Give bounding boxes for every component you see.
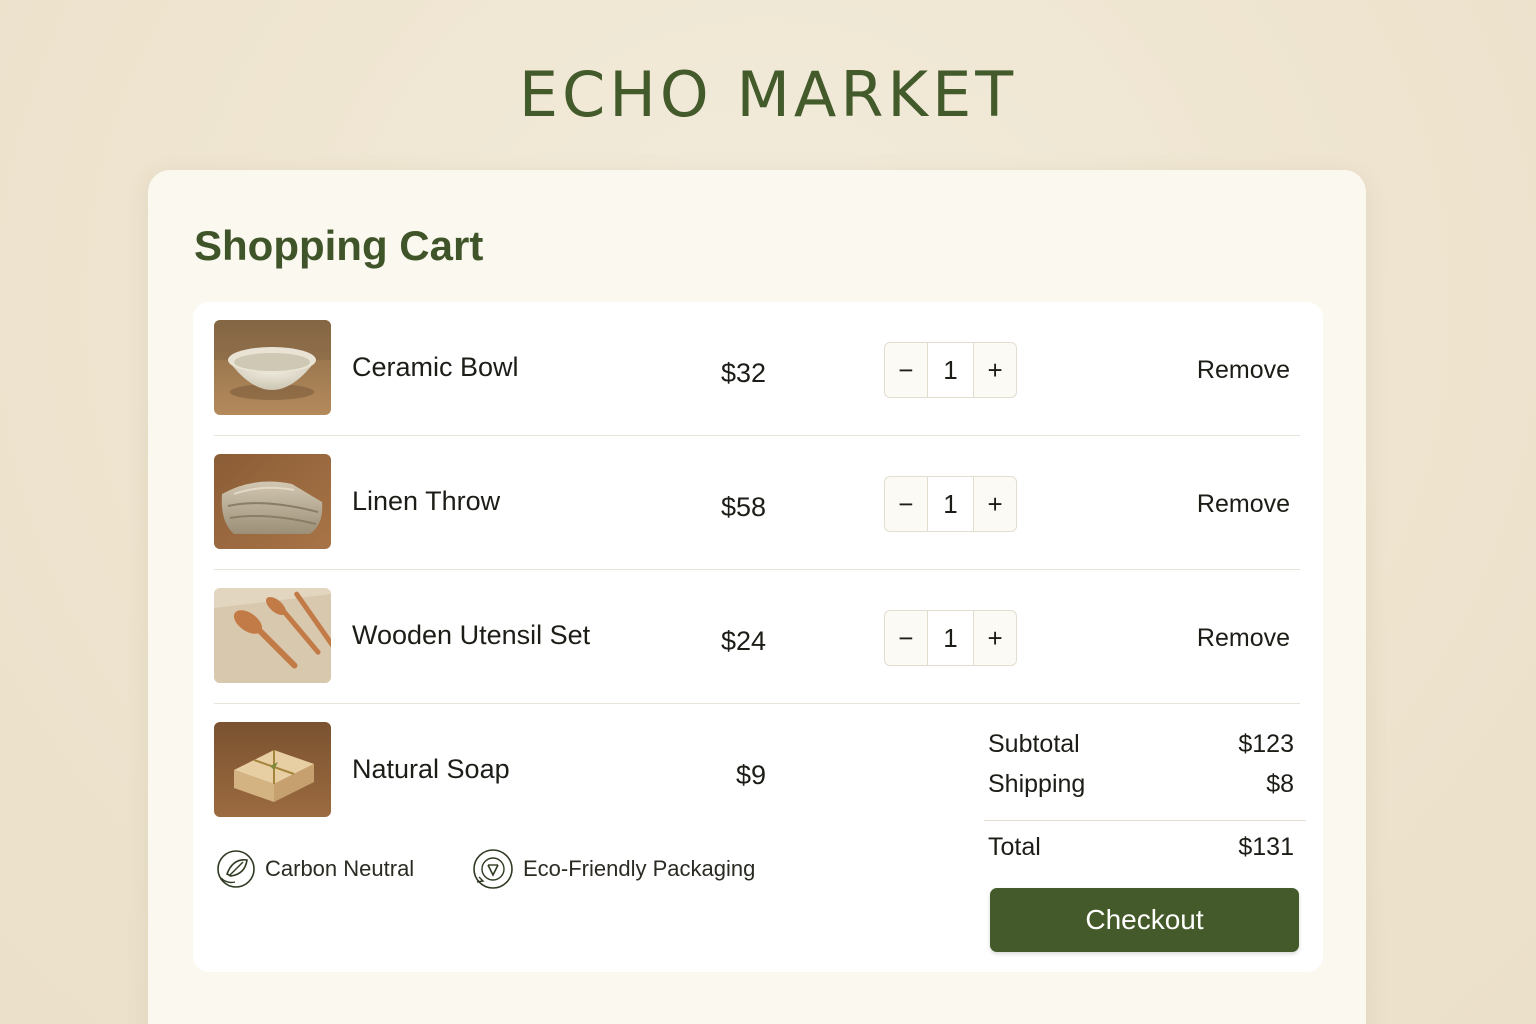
item-price: $58 (720, 492, 766, 522)
decrease-button[interactable]: − (885, 477, 927, 531)
badge-eco-packaging: Eco-Friendly Packaging (471, 844, 755, 894)
increase-button[interactable]: + (974, 611, 1016, 665)
quantity-stepper: − 1 + (884, 476, 1017, 532)
page-title: Shopping Cart (194, 222, 484, 269)
item-name: Ceramic Bowl (352, 352, 519, 382)
badge-label: Carbon Neutral (265, 856, 415, 881)
cart-panel: Ceramic Bowl $32 − 1 + Remove Linen Thro… (193, 302, 1323, 972)
remove-button[interactable]: Remove (1197, 624, 1290, 653)
page: ECHO MARKET Shopping Cart Ceramic Bowl $… (0, 0, 1536, 1024)
total-label: Total (988, 833, 1041, 861)
cart-item-linen-throw: Linen Throw $58 − 1 + Remove (214, 436, 1300, 570)
item-price: $32 (720, 358, 766, 388)
quantity-input[interactable]: 1 (926, 611, 975, 665)
increase-button[interactable]: + (974, 343, 1016, 397)
badge-carbon-neutral: Carbon Neutral (215, 844, 414, 894)
decrease-button[interactable]: − (885, 611, 927, 665)
item-name: Wooden Utensil Set (352, 620, 591, 650)
quantity-input[interactable]: 1 (926, 477, 975, 531)
leaf-globe-icon (217, 850, 255, 888)
subtotal-row: Subtotal $123 (988, 730, 1304, 770)
eco-badges: Carbon Neutral Eco-Friendly Packaging (215, 844, 815, 894)
remove-button[interactable]: Remove (1197, 356, 1290, 385)
quantity-stepper: − 1 + (884, 610, 1017, 666)
item-name: Linen Throw (352, 486, 501, 516)
item-name: Natural Soap (352, 754, 510, 784)
subtotal-value: $123 (1238, 730, 1294, 758)
cart-item-ceramic-bowl: Ceramic Bowl $32 − 1 + Remove (214, 302, 1300, 436)
item-price: $24 (720, 626, 766, 656)
increase-button[interactable]: + (974, 477, 1016, 531)
summary-divider (984, 820, 1306, 821)
cart-item-wooden-utensil-set: Wooden Utensil Set $24 − 1 + Remove (214, 570, 1300, 704)
total-value: $131 (1238, 833, 1294, 861)
linen-throw-image (214, 454, 331, 549)
brand-title: ECHO MARKET (518, 58, 1018, 131)
order-summary: Subtotal $123 Shipping $8 Total $131 (984, 730, 1306, 873)
quantity-input[interactable]: 1 (926, 343, 975, 397)
shipping-label: Shipping (988, 770, 1086, 798)
natural-soap-image (214, 722, 331, 817)
total-row: Total $131 (988, 833, 1304, 873)
quantity-stepper: − 1 + (884, 342, 1017, 398)
ceramic-bowl-image (214, 320, 331, 415)
decrease-button[interactable]: − (885, 343, 927, 397)
subtotal-label: Subtotal (988, 730, 1080, 758)
checkout-button[interactable]: Checkout (990, 888, 1299, 952)
shipping-value: $8 (1266, 770, 1294, 798)
recycle-icon (473, 849, 513, 889)
item-price: $9 (735, 760, 766, 790)
shipping-row: Shipping $8 (988, 770, 1304, 810)
wooden-utensils-image (214, 588, 331, 683)
badge-label: Eco-Friendly Packaging (523, 856, 756, 881)
cart-card: Shopping Cart Ceramic Bowl $32 − 1 + Rem… (148, 170, 1366, 1024)
remove-button[interactable]: Remove (1197, 490, 1290, 519)
